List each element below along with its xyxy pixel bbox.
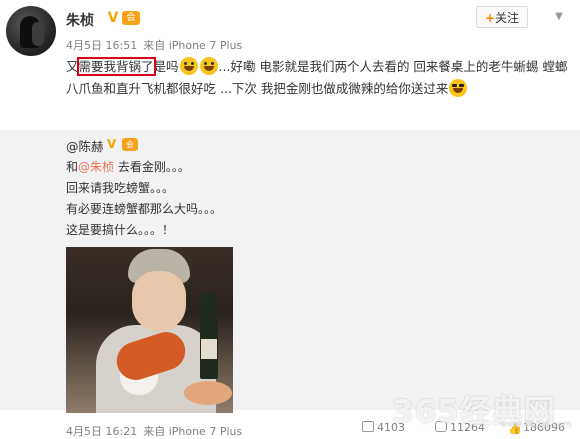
sunglasses-emoji-icon [449, 79, 468, 97]
repost-text: 和@朱桢 去看金刚。。。 回来请我吃螃蟹。。。 有必要连螃蟹都那么大吗。。。 这… [66, 157, 222, 241]
weibo-post: 朱桢 V 会 +关注 ▼ 4月5日 16:51 来自 iPhone 7 Plus … [0, 0, 580, 438]
post-source: 来自 iPhone 7 Plus [143, 39, 243, 52]
chevron-down-icon[interactable]: ▼ [552, 10, 566, 24]
repost-date[interactable]: 4月5日 16:21 [66, 425, 137, 438]
repost-source: 来自 iPhone 7 Plus [143, 425, 243, 438]
watermark-url: www.365jd.com [500, 420, 572, 430]
photo-face [132, 271, 186, 331]
photo-wine-bottle [200, 293, 218, 379]
post-content: 又需要我背锅了是吗 ...好嘞 电影就是我们两个人去看的 回来餐桌上的老牛蜥蜴 螳… [66, 56, 571, 100]
repost-line-text: 这是要搞什么。。。！ [66, 223, 175, 237]
verified-v-icon: V [107, 10, 119, 26]
author-name[interactable]: 朱桢 [66, 10, 94, 30]
repost-photo[interactable] [66, 247, 233, 413]
repost-line: 和@朱桢 去看金刚。。。 [66, 157, 222, 178]
repost-line-text: 去看金刚。。。 [114, 160, 190, 174]
repost-line: 这是要搞什么。。。！ [66, 220, 222, 241]
photo-plate [184, 381, 232, 405]
share-icon [362, 421, 374, 432]
post-date[interactable]: 4月5日 16:51 [66, 39, 137, 52]
repost-line: 有必要连螃蟹都那么大吗。。。 [66, 199, 222, 220]
photo-bottle-label [201, 339, 217, 359]
plus-icon: + [484, 11, 496, 25]
repost-line: 回来请我吃螃蟹。。。 [66, 178, 222, 199]
author-avatar[interactable] [6, 6, 56, 56]
follow-label: 关注 [495, 11, 520, 25]
repost-line-text: 和 [66, 160, 79, 174]
repost-author[interactable]: @陈赫 [66, 136, 104, 155]
laugh-emoji-icon [179, 57, 198, 75]
vip-badge-icon: 会 [122, 11, 140, 25]
content-after-highlight: 是吗 [153, 59, 179, 74]
highlighted-phrase: 需要我背锅了 [76, 57, 156, 76]
avatar-figure-shadow [32, 22, 44, 46]
content-prefix: 又 [66, 59, 79, 74]
repost-vip-badge-icon: 会 [122, 138, 138, 151]
repost-meta: 4月5日 16:21 来自 iPhone 7 Plus [66, 423, 248, 439]
repost-verified-v-icon: V [107, 137, 117, 151]
post-meta: 4月5日 16:51 来自 iPhone 7 Plus [66, 37, 248, 53]
mention-link[interactable]: @朱桢 [78, 160, 114, 174]
repost-line-text: 有必要连螃蟹都那么大吗。。。 [66, 202, 223, 216]
follow-button[interactable]: +关注 [476, 6, 528, 28]
laugh-emoji-icon [199, 57, 218, 75]
repost-line-text: 回来请我吃螃蟹。。。 [66, 181, 175, 195]
